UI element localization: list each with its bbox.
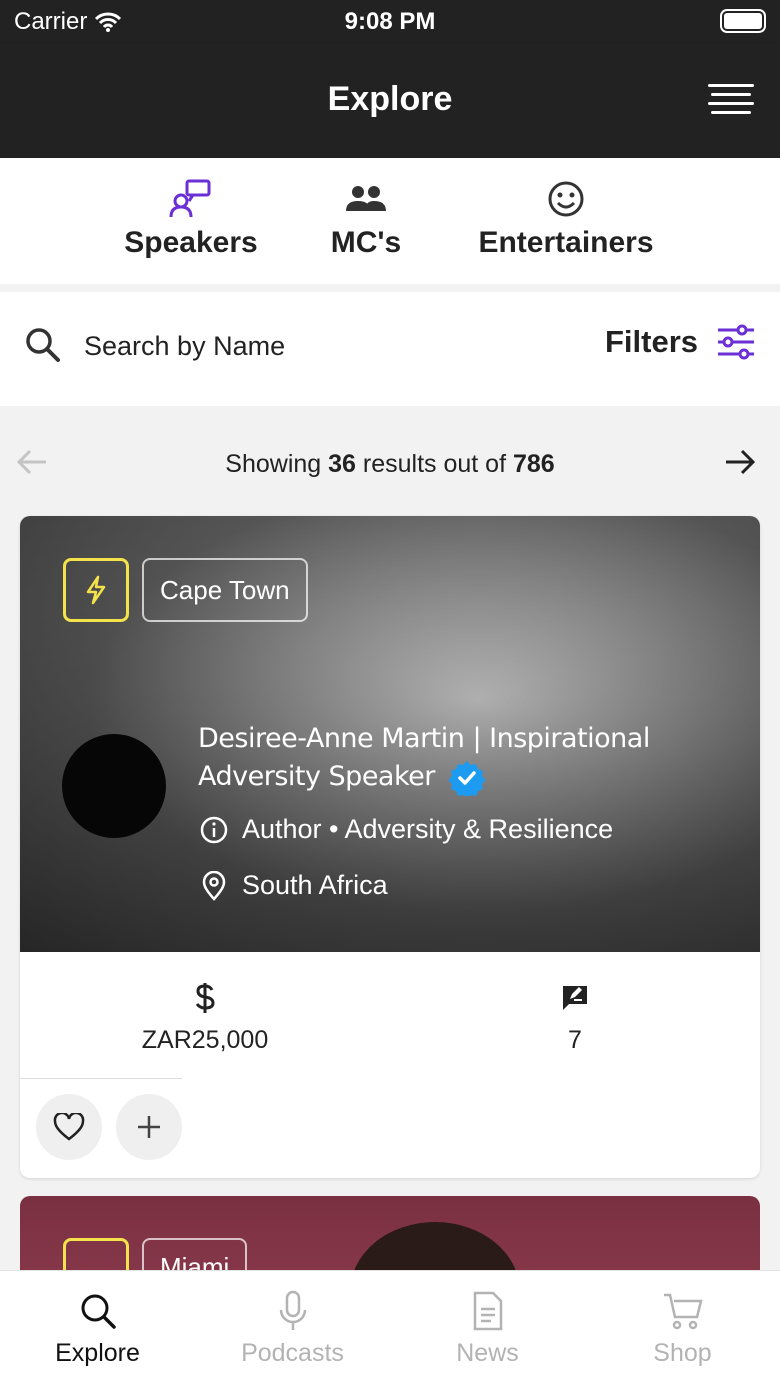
clock: 9:08 PM [344,8,436,35]
speaker-stats: ZAR25,000 7 [20,952,760,1078]
filters-button[interactable]: Filters [605,324,756,360]
tab-label: Speakers [124,226,258,259]
tab-label: Podcasts [241,1339,344,1367]
speaker-name[interactable]: Desiree-Anne Martin | Inspirational Adve… [198,720,738,796]
tab-label: Shop [653,1339,712,1367]
plus-icon [138,1116,160,1138]
status-bar: Carrier 9:08 PM [0,0,780,44]
results-total: 786 [513,450,555,478]
results-prefix: Showing [225,450,322,478]
city-badge: Cape Town [142,558,308,622]
divider [20,1078,182,1079]
arrow-right-icon[interactable] [724,448,756,476]
menu-lines-icon[interactable] [708,84,754,118]
tab-label: News [456,1339,519,1367]
smiley-face-icon [548,181,584,217]
search-icon [81,1294,116,1329]
microphone-icon [279,1290,306,1330]
battery-icon [720,9,766,33]
tab-entertainers[interactable]: Entertainers [466,178,666,260]
reviews-stat: 7 [390,978,760,1055]
add-button[interactable] [116,1094,182,1160]
featured-badge [63,558,129,622]
tab-speakers[interactable]: Speakers [116,178,266,260]
bottom-tab-bar: Explore Podcasts News Shop [0,1270,780,1387]
category-tabs: Speakers MC's Entertainers [0,158,780,284]
info-icon [200,816,228,843]
tab-mcs[interactable]: MC's [318,178,414,260]
people-group-icon [346,186,386,211]
fee-stat: ZAR25,000 [20,978,390,1055]
favorite-button[interactable] [36,1094,102,1160]
speaker-card[interactable]: Cape Town Desiree-Anne Martin | Inspirat… [20,516,760,1178]
avatar [62,734,166,838]
page-title: Explore [327,80,453,118]
reviews-value: 7 [568,1026,582,1054]
results-middle: results out of [362,450,507,478]
filters-label: Filters [604,324,698,359]
country-text: South Africa [242,870,388,900]
topics-text: Author • Adversity & Resilience [242,814,614,844]
search-bar: Filters [0,292,780,406]
navigation-bar: Explore [0,44,780,158]
location-pin-icon [202,870,226,901]
tab-label: Entertainers [478,226,654,259]
results-shown: 36 [328,450,356,478]
lightning-icon [86,575,106,605]
search-icon [26,328,60,362]
results-summary: Showing 36 results out of 786 [0,450,780,479]
verified-badge-icon [448,760,485,796]
review-chat-icon [563,986,587,1010]
tab-shop[interactable]: Shop [585,1289,780,1368]
tab-news[interactable]: News [390,1289,585,1368]
fee-value: ZAR25,000 [141,1026,269,1054]
tab-label: Explore [55,1339,140,1367]
cart-icon [663,1293,703,1330]
speaker-topics: Author • Adversity & Resilience [200,814,613,845]
tab-explore[interactable]: Explore [0,1289,195,1368]
heart-icon [53,1113,85,1141]
tab-label: MC's [330,226,402,259]
tab-podcasts[interactable]: Podcasts [195,1289,390,1368]
document-icon [473,1291,502,1331]
sliders-icon [718,324,754,360]
search-input[interactable] [84,326,464,366]
pagination: Showing 36 results out of 786 [0,414,780,514]
dollar-icon [195,983,215,1013]
speaker-location: South Africa [200,870,388,901]
speaker-presentation-icon [169,179,211,218]
speaker-name-text: Desiree-Anne Martin | Inspirational Adve… [198,723,650,792]
